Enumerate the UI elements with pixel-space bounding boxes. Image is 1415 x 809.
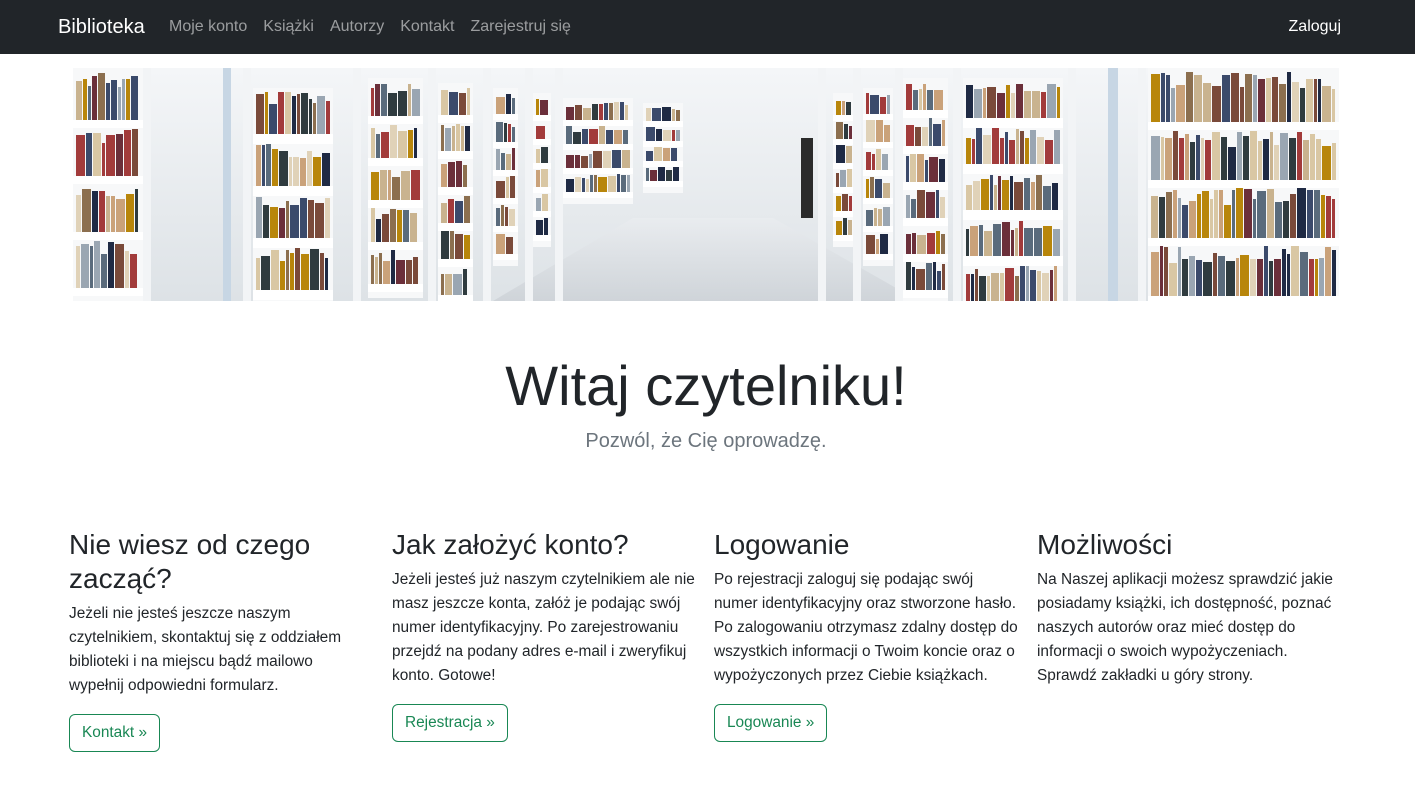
welcome-title: Witaj czytelniku! (505, 354, 907, 417)
feature-getting-started: Nie wiesz od czego zacząć? Jeżeli nie je… (69, 528, 361, 752)
nav-link-books[interactable]: Książki (263, 16, 314, 38)
feature-heading: Logowanie (714, 529, 850, 560)
top-navbar: Biblioteka Moje konto Książki Autorzy Ko… (0, 0, 1415, 54)
feature-possibilities: Możliwości Na Naszej aplikacji możesz sp… (1037, 528, 1342, 704)
feature-text: Po rejestracji zaloguj się podając swój … (714, 571, 1018, 684)
nav-link-authors[interactable]: Autorzy (330, 16, 384, 38)
feature-login: Logowanie Po rejestracji zaloguj się pod… (714, 528, 1019, 742)
feature-text: Jeżeli nie jesteś jeszcze naszym czyteln… (69, 605, 342, 694)
feature-text: Jeżeli jesteś już naszym czytelnikiem al… (392, 571, 695, 684)
brand-link[interactable]: Biblioteka (58, 14, 145, 40)
hero-banner-image (73, 68, 1339, 301)
welcome-subtitle: Pozwól, że Cię oprowadzę. (585, 430, 827, 452)
login-link[interactable]: Zaloguj (1289, 16, 1341, 38)
feature-text: Na Naszej aplikacji możesz sprawdzić jak… (1037, 571, 1333, 684)
nav-links: Moje konto Książki Autorzy Kontakt Zarej… (169, 16, 587, 38)
nav-link-my-account[interactable]: Moje konto (169, 16, 247, 38)
contact-button[interactable]: Kontakt » (69, 714, 161, 752)
nav-link-contact[interactable]: Kontakt (400, 16, 454, 38)
feature-heading: Możliwości (1037, 529, 1173, 560)
feature-heading: Jak założyć konto? (392, 529, 629, 560)
register-button[interactable]: Rejestracja » (392, 704, 508, 742)
feature-create-account: Jak założyć konto? Jeżeli jesteś już nas… (392, 528, 702, 742)
nav-link-register[interactable]: Zarejestruj się (470, 16, 570, 38)
login-button[interactable]: Logowanie » (714, 704, 828, 742)
feature-heading: Nie wiesz od czego zacząć? (69, 529, 311, 594)
